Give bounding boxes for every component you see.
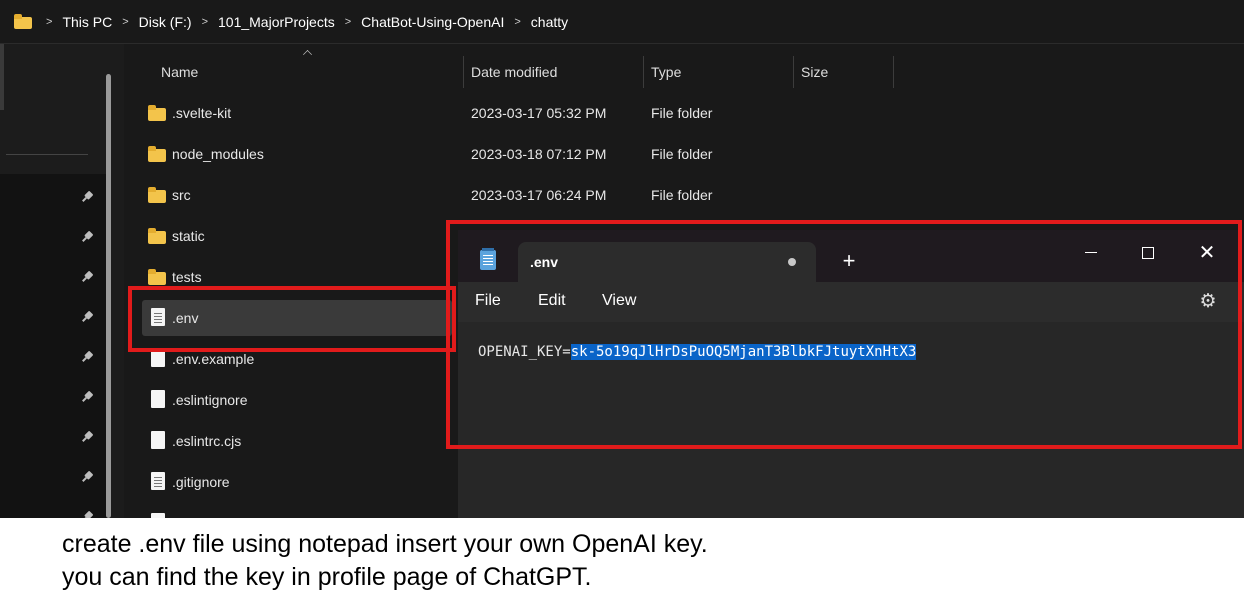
file-type: File folder (651, 146, 713, 162)
navigation-pane (0, 44, 124, 518)
file-icon (148, 431, 166, 449)
column-header-type[interactable]: Type (651, 56, 681, 88)
file-name: .gitignore (172, 474, 230, 490)
nav-divider (6, 154, 88, 155)
nav-scrollbar[interactable] (106, 74, 111, 518)
file-name: static (172, 228, 205, 244)
list-item[interactable]: node_modules 2023-03-18 07:12 PM File fo… (142, 136, 1242, 172)
caption: create .env file using notepad insert yo… (62, 528, 708, 594)
file-name: src (172, 187, 191, 203)
file-explorer: > This PC > Disk (F:) > 101_MajorProject… (0, 0, 1244, 518)
nav-strip (0, 44, 4, 110)
file-icon (148, 513, 166, 518)
caption-line-1: create .env file using notepad insert yo… (62, 530, 708, 558)
chevron-right-icon: > (122, 15, 129, 28)
file-date: 2023-03-17 06:24 PM (471, 187, 607, 203)
column-header-date-modified[interactable]: Date modified (471, 56, 557, 88)
text-file-icon (148, 472, 166, 490)
folder-icon (148, 268, 166, 285)
breadcrumb-item-disk[interactable]: Disk (F:) (133, 14, 198, 30)
list-item[interactable]: .svelte-kit 2023-03-17 05:32 PM File fol… (142, 95, 1242, 131)
breadcrumb-item-chatty[interactable]: chatty (525, 14, 574, 30)
column-separator[interactable] (893, 56, 894, 88)
breadcrumb-item-chatbot[interactable]: ChatBot-Using-OpenAI (355, 14, 510, 30)
file-name: .svelte-kit (172, 105, 232, 121)
file-name: node_modules (172, 146, 264, 162)
chevron-right-icon: > (201, 15, 208, 28)
breadcrumb-item-this-pc[interactable]: This PC (56, 14, 118, 30)
file-type: File folder (651, 105, 713, 121)
column-separator[interactable] (463, 56, 464, 88)
column-separator[interactable] (643, 56, 644, 88)
breadcrumb: > This PC > Disk (F:) > 101_MajorProject… (0, 0, 1244, 44)
file-date: 2023-03-17 05:32 PM (471, 105, 607, 121)
folder-icon (14, 13, 32, 29)
highlight-box-notepad (446, 220, 1242, 449)
sort-ascending-icon (303, 50, 312, 59)
file-type: File folder (651, 187, 713, 203)
list-item[interactable]: src 2023-03-17 06:24 PM File folder (142, 177, 1242, 213)
folder-icon (148, 227, 166, 244)
folder-icon (148, 186, 166, 203)
file-name: tests (172, 269, 202, 285)
file-date: 2023-03-18 07:12 PM (471, 146, 607, 162)
chevron-right-icon: > (344, 15, 352, 28)
file-icon (148, 349, 166, 367)
column-header-name[interactable]: Name (161, 56, 198, 88)
folder-icon (148, 145, 166, 162)
file-name: .eslintignore (172, 392, 248, 408)
column-header-size[interactable]: Size (801, 56, 828, 88)
quick-access-list (0, 174, 110, 518)
file-name: .eslintrc.cjs (172, 433, 242, 449)
chevron-right-icon: > (514, 15, 521, 28)
breadcrumb-item-major-projects[interactable]: 101_MajorProjects (212, 14, 341, 30)
column-separator[interactable] (793, 56, 794, 88)
highlight-box-env-file (128, 286, 456, 352)
chevron-right-icon: > (46, 15, 53, 28)
file-icon (148, 390, 166, 408)
caption-line-2: you can find the key in profile page of … (62, 563, 592, 591)
folder-icon (148, 104, 166, 121)
file-name: .env.example (172, 351, 255, 367)
